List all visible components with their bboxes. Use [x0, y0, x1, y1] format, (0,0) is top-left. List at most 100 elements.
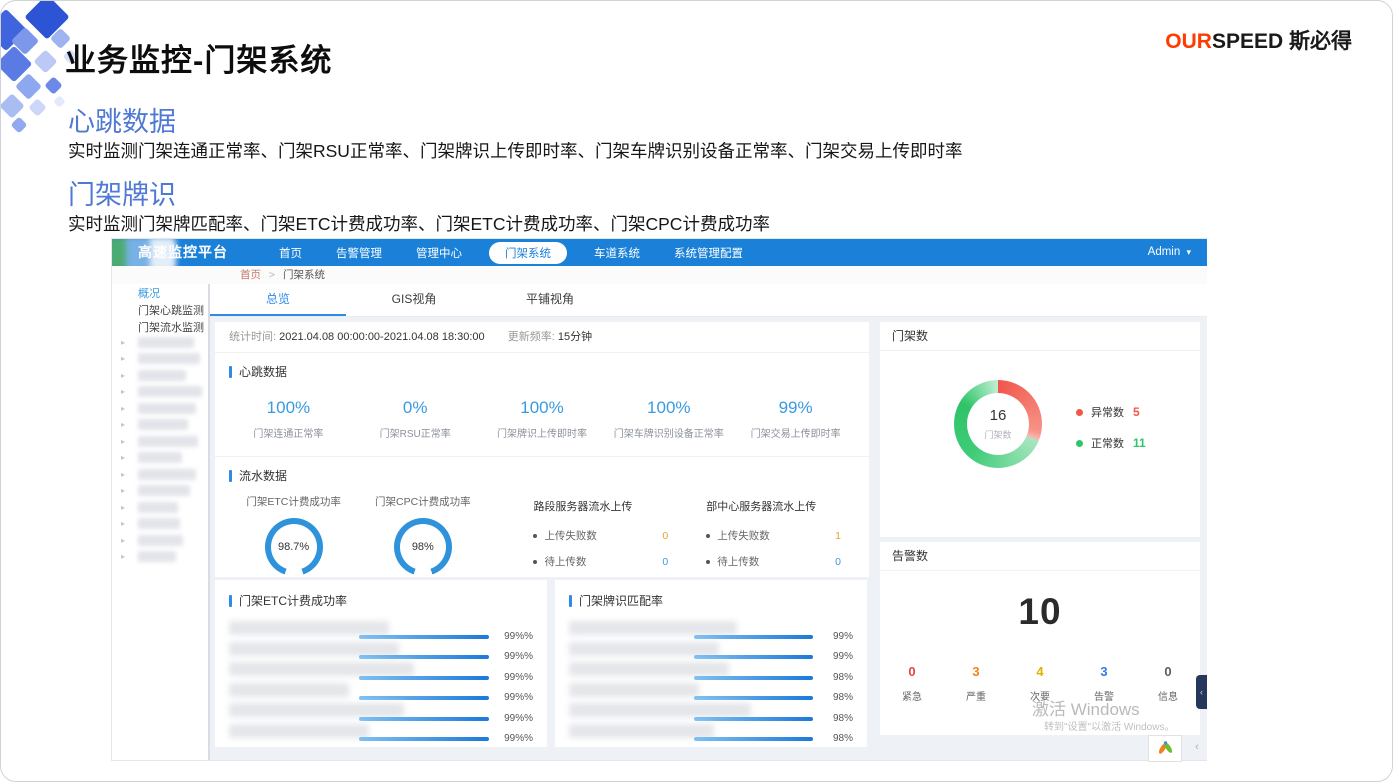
- chevron-left-icon: ‹: [1195, 741, 1199, 753]
- chart-row: 98%: [569, 662, 853, 683]
- stat-rsu: 0%门架RSU正常率: [352, 398, 479, 440]
- chevron-right-icon: ▸: [121, 502, 125, 513]
- chart-row: 99%%: [229, 703, 533, 724]
- blurred-gantry-label: [569, 662, 729, 676]
- sidebar-item-blurred[interactable]: [138, 485, 190, 496]
- bar: [359, 655, 489, 659]
- chart-row: 98%: [569, 724, 853, 745]
- sidebar-item-flow-monitor[interactable]: 门架流水监测: [112, 320, 208, 337]
- chart-row: 99%: [569, 642, 853, 663]
- bar-value: 98%: [833, 733, 853, 744]
- collapse-panel-button[interactable]: ‹: [1196, 675, 1207, 709]
- nav-menu: 首页 告警管理 管理中心 门架系统 车道系统 系统管理配置: [262, 239, 760, 266]
- upload-label: 上传失败数: [544, 528, 597, 543]
- bar-value: 98%: [833, 692, 853, 703]
- chevron-right-icon: ▸: [121, 452, 125, 463]
- bar-value: 99%%: [504, 733, 533, 744]
- sidebar-item-blurred[interactable]: [138, 452, 182, 463]
- floating-assistant-button[interactable]: [1148, 735, 1182, 762]
- legend-label: 异常数: [1091, 404, 1124, 420]
- chevron-right-icon: ▸: [121, 551, 125, 562]
- stat-value: 100%: [225, 398, 352, 418]
- upload-group-title: 部中心服务器流水上传: [706, 498, 855, 514]
- sidebar-item-blurred[interactable]: [138, 518, 180, 529]
- nav-item-mgmt-center[interactable]: 管理中心: [399, 245, 479, 261]
- chevron-right-icon: ▸: [121, 518, 125, 529]
- freq-value: 15分钟: [558, 331, 592, 343]
- floating-collapse-button[interactable]: ‹: [1187, 735, 1207, 760]
- section-heading-heartbeat: 心跳数据: [68, 100, 176, 139]
- alarm-value: 4: [1008, 664, 1072, 679]
- bar: [694, 696, 813, 700]
- user-menu[interactable]: Admin ▾: [1148, 239, 1191, 266]
- sidebar-item-blurred[interactable]: [138, 436, 198, 447]
- bar-chart: 99% 99% 98% 98% 98% 98%: [569, 621, 853, 744]
- gantry-donut-chart: 16 门架数: [954, 380, 1042, 468]
- stat-time-value: 2021.04.08 00:00:00-2021.04.08 18:30:00: [279, 331, 485, 343]
- sidebar-item-blurred[interactable]: [138, 419, 188, 430]
- username: Admin: [1148, 246, 1181, 258]
- upload-group-ministry-server: 部中心服务器流水上传 上传失败数1 待上传数0: [706, 490, 855, 580]
- sidebar-item-blurred[interactable]: [138, 386, 202, 397]
- view-tabs: 总览 GIS视角 平铺视角: [210, 284, 1207, 317]
- chevron-right-icon: ▸: [121, 370, 125, 381]
- overview-card: 统计时间: 2021.04.08 00:00:00-2021.04.08 18:…: [215, 322, 869, 577]
- nav-item-home[interactable]: 首页: [262, 245, 319, 261]
- blurred-gantry-label: [229, 662, 414, 676]
- chart-header: 门架牌识匹配率: [555, 580, 867, 609]
- nav-item-system-config[interactable]: 系统管理配置: [657, 245, 760, 261]
- gantry-card-title: 门架数: [880, 322, 1200, 351]
- chevron-right-icon: ▸: [121, 386, 125, 397]
- sidebar-item-blurred[interactable]: [138, 551, 176, 562]
- bar: [359, 696, 489, 700]
- breadcrumb: 首页 > 门架系统: [112, 266, 1207, 284]
- stat-label: 门架牌识上传即时率: [479, 425, 606, 440]
- nav-item-alarm-mgmt[interactable]: 告警管理: [319, 245, 399, 261]
- upload-value: 0: [662, 556, 668, 568]
- nav-item-lane-system[interactable]: 车道系统: [577, 245, 657, 261]
- tab-gis-view[interactable]: GIS视角: [346, 284, 482, 316]
- sidebar-item-blurred[interactable]: [138, 502, 178, 513]
- alarm-value: 3: [944, 664, 1008, 679]
- gauge-etc-success: 门架ETC计费成功率 98.7%: [229, 490, 358, 580]
- presentation-slide: 业务监控-门架系统 OURSPEED 斯必得 心跳数据 实时监测门架连通正常率、…: [0, 0, 1393, 782]
- upload-value: 0: [662, 530, 668, 542]
- gauge-value: 98%: [400, 524, 446, 570]
- sidebar-item-blurred[interactable]: [138, 337, 194, 348]
- gantry-total-label: 门架数: [984, 428, 1011, 441]
- chevron-right-icon: ▸: [121, 436, 125, 447]
- gantry-count-card: 门架数 16 门架数 异常数5 正常数11: [880, 322, 1200, 537]
- bar: [694, 676, 813, 680]
- stat-label: 门架连通正常率: [225, 425, 352, 440]
- chart-header: 门架ETC计费成功率: [215, 580, 547, 609]
- upload-label: 待上传数: [717, 554, 759, 569]
- sidebar-item-heartbeat-monitor[interactable]: 门架心跳监测: [112, 303, 208, 320]
- nav-item-gantry-system[interactable]: 门架系统: [489, 242, 567, 264]
- sidebar: 概况 门架心跳监测 门架流水监测 ▸ ▸ ▸ ▸ ▸ ▸ ▸ ▸ ▸ ▸ ▸ ▸…: [112, 284, 210, 760]
- bar-value: 99%%: [504, 692, 533, 703]
- blurred-gantry-label: [569, 724, 714, 738]
- blurred-gantry-label: [229, 724, 369, 738]
- etc-success-chart-card: 门架ETC计费成功率 99%% 99%% 99%% 99%% 99%% 99%%: [215, 580, 547, 747]
- tab-flat-view[interactable]: 平铺视角: [482, 284, 618, 316]
- platform-title: 高速监控平台: [138, 239, 228, 266]
- stat-value: 100%: [479, 398, 606, 418]
- logo-text-highlight: OUR: [1165, 30, 1212, 53]
- tab-overview[interactable]: 总览: [210, 284, 346, 316]
- section-marker-icon: [229, 366, 232, 378]
- chevron-right-icon: ▸: [121, 535, 125, 546]
- bullet-icon: [706, 534, 710, 538]
- bar-chart: 99%% 99%% 99%% 99%% 99%% 99%%: [229, 621, 533, 744]
- plate-match-chart-card: 门架牌识匹配率 99% 99% 98% 98% 98% 98%: [555, 580, 867, 747]
- sidebar-item-blurred[interactable]: [138, 469, 196, 480]
- sidebar-item-blurred[interactable]: [138, 403, 196, 414]
- heartbeat-stats: 100%门架连通正常率 0%门架RSU正常率 100%门架牌识上传即时率 100…: [225, 398, 859, 440]
- breadcrumb-home[interactable]: 首页: [240, 269, 261, 281]
- section-body-heartbeat: 实时监测门架连通正常率、门架RSU正常率、门架牌识上传即时率、门架车牌识别设备正…: [68, 138, 962, 163]
- sidebar-item-blurred[interactable]: [138, 353, 200, 364]
- sidebar-item-overview[interactable]: 概况: [112, 286, 208, 303]
- sidebar-item-blurred[interactable]: [138, 370, 186, 381]
- upload-row: 上传失败数 0: [533, 528, 682, 543]
- sidebar-item-blurred[interactable]: [138, 535, 183, 546]
- top-navbar: 高速监控平台 首页 告警管理 管理中心 门架系统 车道系统 系统管理配置 Adm…: [112, 239, 1207, 266]
